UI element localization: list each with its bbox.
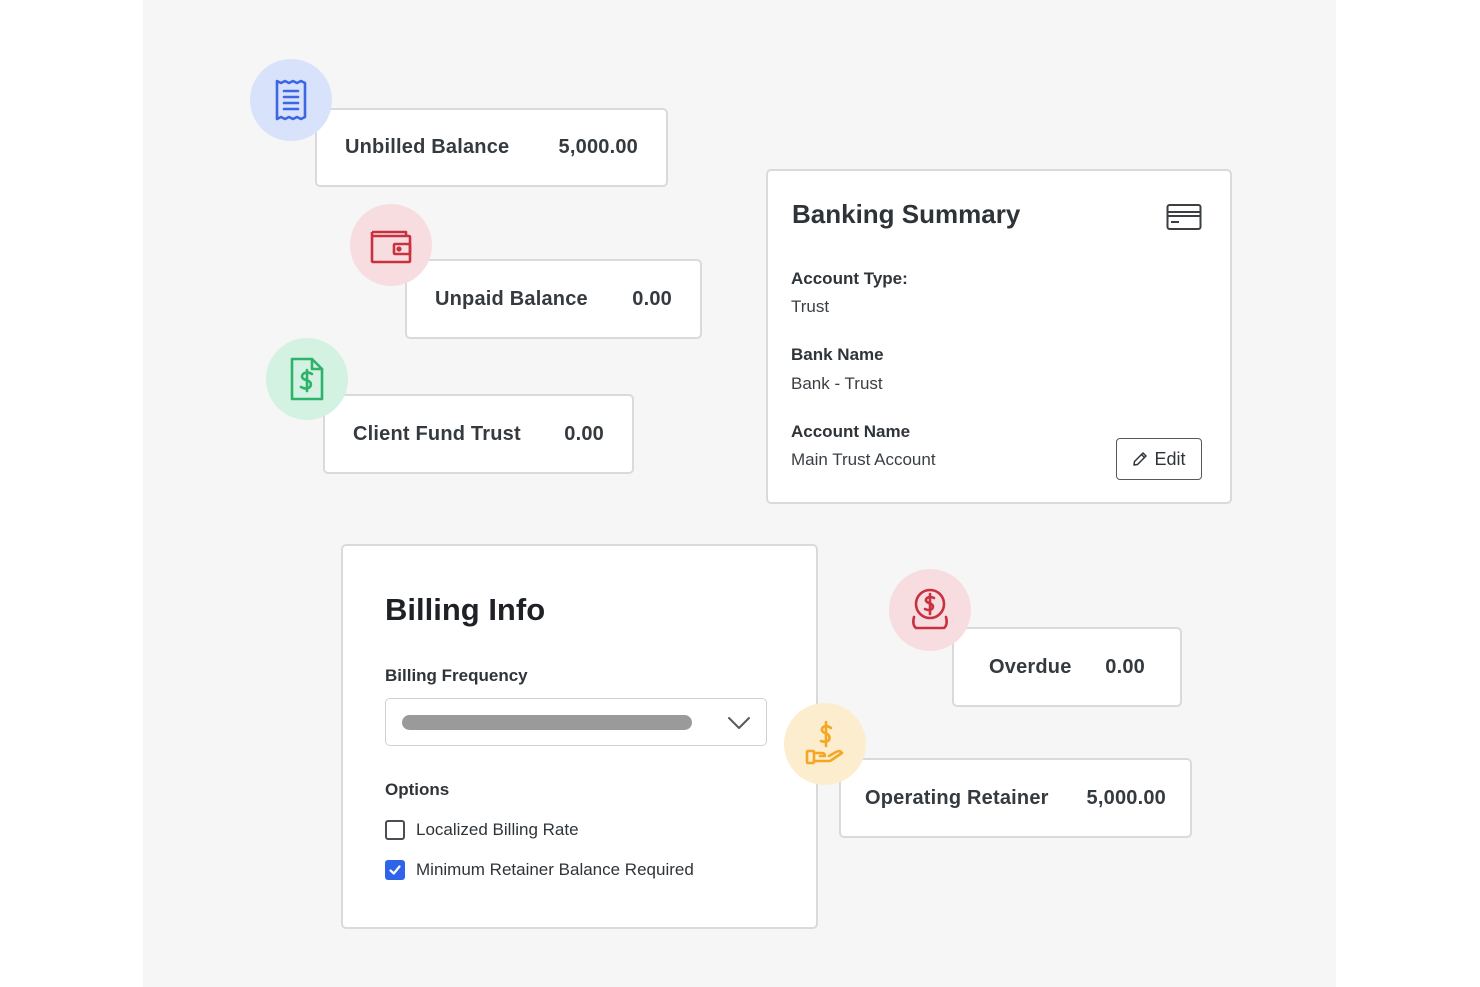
pencil-icon [1133,452,1148,466]
bank-name-label: Bank Name [791,345,884,364]
billing-frequency-label: Billing Frequency [385,666,528,685]
edit-button[interactable]: Edit [1116,438,1202,480]
option-localized-billing-rate[interactable]: Localized Billing Rate [385,820,579,840]
client-fund-trust-value: 0.00 [564,422,604,445]
options-label: Options [385,780,450,799]
operating-retainer-card: Operating Retainer 5,000.00 [839,758,1192,838]
unbilled-balance-value: 5,000.00 [558,136,638,158]
banking-summary-card: Banking Summary Account Type: Trust Bank… [766,169,1232,504]
option-minimum-retainer-balance[interactable]: Minimum Retainer Balance Required [385,860,694,880]
billing-info-title: Billing Info [385,592,546,627]
chevron-down-icon [728,717,750,729]
check-icon [389,865,401,875]
checkbox-checked[interactable] [385,860,405,880]
wallet-icon [350,204,432,286]
billing-info-card: Billing Info Billing Frequency Options L… [341,544,818,929]
option-label: Localized Billing Rate [416,820,579,839]
unpaid-balance-card: Unpaid Balance 0.00 [405,259,702,339]
edit-button-label: Edit [1154,448,1186,469]
dollar-document-icon [266,338,348,420]
unbilled-balance-label: Unbilled Balance [345,136,510,158]
account-name-value: Main Trust Account [791,450,936,469]
billing-frequency-select[interactable] [385,698,767,746]
banking-summary-title: Banking Summary [792,199,1021,229]
overdue-label: Overdue [989,655,1072,678]
account-name-label: Account Name [791,422,911,441]
checkbox-unchecked[interactable] [385,820,405,840]
client-fund-trust-card: Client Fund Trust 0.00 [323,394,634,474]
operating-retainer-label: Operating Retainer [865,786,1049,809]
operating-retainer-value: 5,000.00 [1086,786,1166,809]
dollar-hand-icon [784,703,866,785]
select-placeholder-bar [402,715,692,730]
account-type-value: Trust [791,297,830,316]
account-type-label: Account Type: [791,269,908,288]
dollar-coin-hand-icon [889,569,971,651]
receipt-icon [250,59,332,141]
unpaid-balance-value: 0.00 [632,287,672,310]
client-fund-trust-label: Client Fund Trust [353,422,521,445]
unpaid-balance-label: Unpaid Balance [435,287,588,310]
credit-card-icon [1166,204,1202,230]
unbilled-balance-card: Unbilled Balance 5,000.00 [315,108,668,187]
bank-name-value: Bank - Trust [791,374,883,393]
overdue-card: Overdue 0.00 [952,627,1182,707]
option-label: Minimum Retainer Balance Required [416,860,694,879]
overdue-value: 0.00 [1105,655,1145,678]
